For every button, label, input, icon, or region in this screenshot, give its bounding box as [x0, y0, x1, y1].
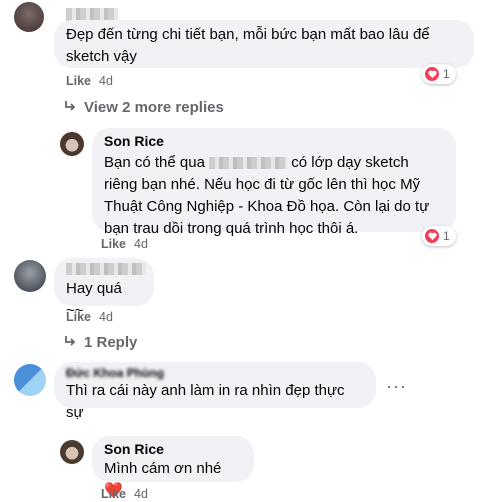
view-more-replies[interactable]: View 2 more replies [64, 99, 224, 116]
reaction-badge[interactable]: 1 [422, 64, 456, 84]
more-options-button[interactable]: ··· [386, 376, 407, 397]
comment-bubble: Đẹp đến từng chi tiết bạn, mỗi bức bạn m… [54, 20, 474, 68]
heart-icon [425, 67, 439, 81]
timestamp[interactable]: 4d [99, 310, 113, 324]
replies-label: 1 Reply [84, 334, 138, 351]
author-name[interactable]: Son Rice [104, 132, 444, 150]
avatar-son-rice[interactable] [60, 132, 84, 156]
avatar[interactable] [14, 364, 46, 396]
like-button[interactable]: Like [101, 237, 126, 251]
comment-text: Thì ra cái này anh làm in ra nhìn đẹp th… [66, 382, 345, 421]
avatar-son-rice[interactable] [60, 440, 84, 464]
reply-bubble: Son Rice Bạn có thể qua có lớp dạy sketc… [92, 128, 456, 237]
timestamp[interactable]: 4d [134, 487, 148, 501]
timestamp[interactable]: 4d [134, 237, 148, 251]
heart-icon [425, 229, 439, 243]
avatar[interactable] [14, 260, 46, 292]
reaction-count: 1 [443, 229, 450, 243]
like-button[interactable]: Like [66, 74, 91, 88]
comment-meta: Like 4d [66, 310, 113, 324]
view-more-label: View 2 more replies [84, 99, 224, 116]
comment-meta: Like 4d [66, 74, 113, 88]
reaction-count: 1 [443, 67, 450, 81]
view-replies[interactable]: 1 Reply [64, 334, 137, 351]
like-button[interactable]: Like [101, 487, 126, 501]
reply-meta: Like 4d [101, 237, 148, 251]
reaction-badge[interactable]: 1 [422, 226, 456, 246]
timestamp[interactable]: 4d [99, 74, 113, 88]
reply-bubble: Son Rice Mình cám ơn nhé ❤️ [92, 436, 254, 499]
author-name[interactable]: Đức Khoa Phùng [66, 366, 364, 380]
comment-text: Đẹp đến từng chi tiết bạn, mỗi bức bạn m… [66, 26, 430, 65]
comment-bubble: Đức Khoa Phùng Thì ra cái này anh làm in… [54, 362, 376, 421]
reply-text-part1: Bạn có thể qua [104, 154, 205, 171]
redacted-name[interactable] [66, 262, 146, 275]
reply-text: Bạn có thể qua có lớp dạy sketch riêng b… [104, 152, 444, 240]
comment-bubble: Hay quá ~~ [54, 258, 154, 319]
author-name[interactable]: Son Rice [104, 440, 242, 458]
redacted-mention [209, 157, 288, 170]
like-button[interactable]: Like [66, 310, 91, 324]
reply-meta: Like 4d [101, 487, 148, 501]
avatar[interactable] [14, 2, 44, 32]
reply-arrow-icon [64, 334, 78, 351]
reply-arrow-icon [64, 99, 78, 116]
